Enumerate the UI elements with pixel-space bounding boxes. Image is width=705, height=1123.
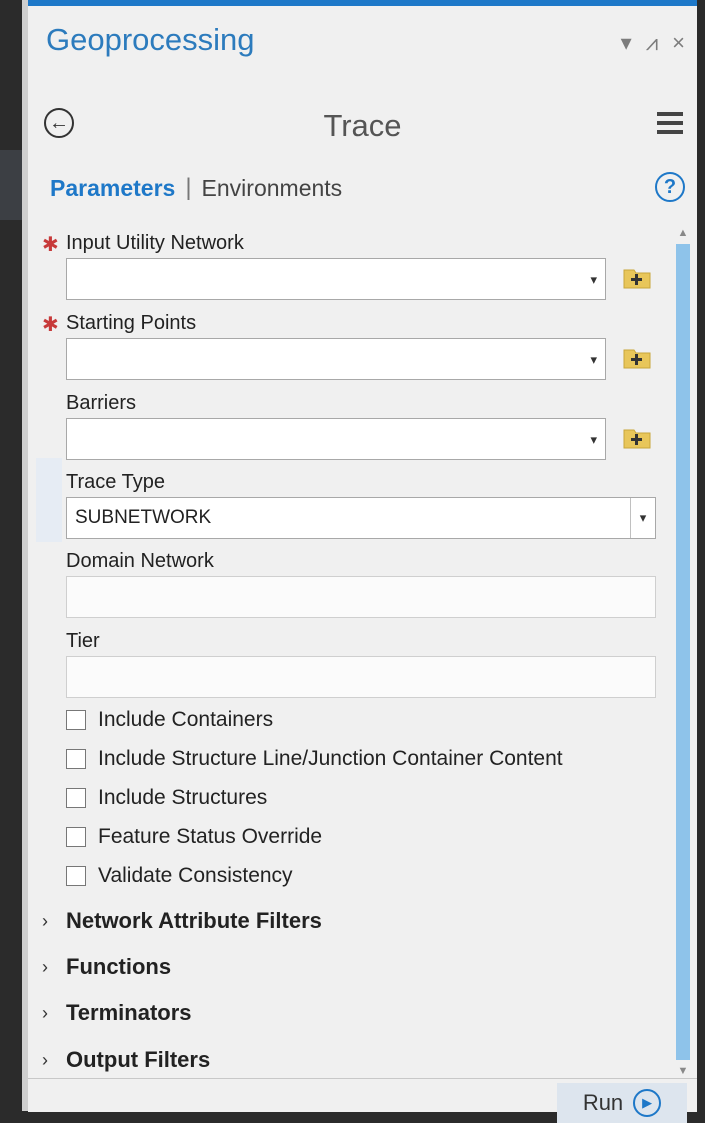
close-icon[interactable]: ×	[672, 30, 685, 56]
dark-background-strip	[0, 0, 22, 1111]
section-label: Functions	[66, 954, 172, 979]
domain-network-field[interactable]	[66, 576, 656, 618]
section-network-attribute-filters[interactable]: › Network Attribute Filters	[42, 908, 322, 934]
checkbox[interactable]	[66, 710, 86, 730]
run-label: Run	[582, 1090, 624, 1115]
trace-type-select[interactable]: SUBNETWORK ▾	[66, 497, 656, 539]
include-structures-checkbox[interactable]: Include Structures	[66, 786, 267, 810]
run-button[interactable]: Run ▶	[557, 1083, 687, 1123]
checkbox-label: Validate Consistency	[98, 864, 293, 887]
chevron-right-icon: ›	[42, 1049, 48, 1070]
dropdown-button[interactable]: ▾	[630, 498, 655, 538]
pane-dropdown-icon[interactable]: ▾	[621, 30, 632, 56]
input-utility-network-field[interactable]: ▾	[66, 258, 606, 300]
section-label: Terminators	[66, 1000, 192, 1025]
checkbox-label: Include Structure Line/Junction Containe…	[98, 747, 563, 770]
include-structure-content-checkbox[interactable]: Include Structure Line/Junction Containe…	[66, 747, 563, 771]
checkbox-label: Include Structures	[98, 786, 268, 809]
pin-icon[interactable]: ⩘	[646, 30, 658, 56]
pane-title: Geoprocessing	[46, 22, 255, 57]
feature-status-override-checkbox[interactable]: Feature Status Override	[66, 825, 322, 849]
checkbox[interactable]	[66, 866, 86, 886]
side-highlight	[0, 150, 22, 220]
tab-divider: |	[185, 174, 192, 201]
pane-controls: ▾ ⩘ ×	[621, 30, 685, 56]
starting-points-label: Starting Points	[66, 312, 197, 334]
barriers-label: Barriers	[66, 392, 137, 414]
dropdown-icon[interactable]: ▾	[590, 272, 597, 288]
tier-field[interactable]	[66, 656, 656, 698]
trace-type-label: Trace Type	[66, 471, 165, 493]
trace-type-value: SUBNETWORK	[75, 507, 212, 528]
required-icon: ✱	[42, 314, 59, 336]
dropdown-icon: ▾	[639, 510, 647, 525]
include-containers-checkbox[interactable]: Include Containers	[66, 708, 273, 732]
pane-footer: Run ▶	[28, 1078, 697, 1123]
checkbox[interactable]	[66, 827, 86, 847]
help-icon[interactable]: ?	[655, 172, 685, 202]
checkbox-label: Include Containers	[98, 708, 274, 731]
dropdown-icon[interactable]: ▾	[590, 352, 597, 368]
chevron-right-icon: ›	[42, 1002, 48, 1023]
chevron-right-icon: ›	[42, 956, 48, 977]
scrollbar-thumb[interactable]	[676, 244, 690, 1060]
tab-bar: Parameters | Environments	[50, 174, 342, 202]
checkbox-label: Feature Status Override	[98, 825, 323, 848]
required-icon: ✱	[42, 234, 59, 256]
checkbox[interactable]	[66, 749, 86, 769]
geoprocessing-pane: Geoprocessing ▾ ⩘ × ← Trace Parameters |…	[22, 0, 697, 1123]
starting-points-field[interactable]: ▾	[66, 338, 606, 380]
add-data-icon[interactable]	[622, 266, 652, 290]
domain-network-label: Domain Network	[66, 550, 214, 572]
add-data-icon[interactable]	[622, 426, 652, 450]
play-icon: ▶	[633, 1089, 662, 1117]
input-utility-network-label: Input Utility Network	[66, 232, 244, 254]
tool-title: Trace	[323, 108, 402, 143]
section-label: Output Filters	[66, 1047, 211, 1072]
validate-consistency-checkbox[interactable]: Validate Consistency	[66, 864, 293, 888]
dropdown-icon[interactable]: ▾	[590, 432, 597, 448]
scroll-up-icon[interactable]: ▲	[675, 226, 691, 240]
scroll-down-icon[interactable]: ▼	[675, 1064, 691, 1078]
checkbox[interactable]	[66, 788, 86, 808]
section-output-filters[interactable]: › Output Filters	[42, 1047, 210, 1073]
tier-label: Tier	[66, 630, 100, 652]
barriers-field[interactable]: ▾	[66, 418, 606, 460]
active-parameter-indicator	[36, 458, 62, 542]
hamburger-menu-icon[interactable]	[657, 112, 683, 139]
vertical-scrollbar[interactable]: ▲ ▼	[675, 226, 691, 1078]
pane-accent-bar	[28, 0, 697, 6]
tab-environments[interactable]: Environments	[202, 175, 343, 202]
tab-parameters[interactable]: Parameters	[50, 175, 175, 202]
section-terminators[interactable]: › Terminators	[42, 1000, 192, 1026]
add-data-icon[interactable]	[622, 346, 652, 370]
section-label: Network Attribute Filters	[66, 908, 322, 933]
section-functions[interactable]: › Functions	[42, 954, 171, 980]
chevron-right-icon: ›	[42, 910, 48, 931]
